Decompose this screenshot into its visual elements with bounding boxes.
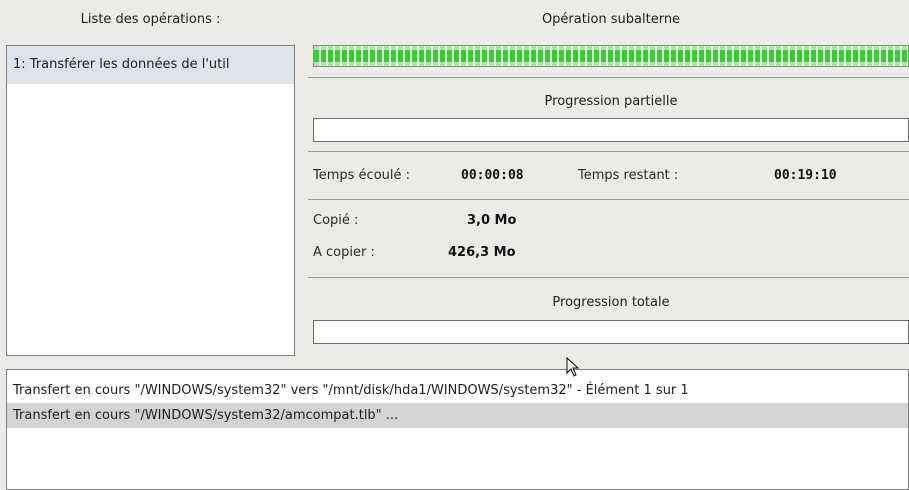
divider: [308, 77, 909, 78]
copied-label: Copié :: [313, 213, 359, 228]
partial-progress-bar: [313, 118, 909, 142]
operations-list[interactable]: 1: Transférer les données de l'util: [6, 45, 295, 356]
sub-operation-progress-fill: [314, 46, 908, 66]
operation-item[interactable]: 1: Transférer les données de l'util: [7, 46, 294, 84]
elapsed-time-value: 00:00:08: [461, 168, 524, 183]
remaining-time-label: Temps restant :: [578, 168, 679, 183]
log-line[interactable]: Transfert en cours "/WINDOWS/system32" v…: [7, 378, 908, 403]
to-copy-label: A copier :: [313, 245, 375, 260]
divider: [308, 277, 909, 278]
divider: [308, 199, 909, 200]
to-copy-value: 426,3 Mo: [448, 245, 516, 260]
log-list[interactable]: Transfert en cours "/WINDOWS/system32" v…: [6, 369, 909, 490]
mouse-pointer-icon: [566, 357, 580, 377]
log-line-selected[interactable]: Transfert en cours "/WINDOWS/system32/am…: [7, 403, 908, 428]
operations-list-header: Liste des opérations :: [80, 12, 221, 27]
sub-operation-header: Opération subalterne: [541, 12, 681, 27]
remaining-time-value: 00:19:10: [774, 168, 837, 183]
sub-operation-progress-bar: [313, 45, 909, 67]
elapsed-time-label: Temps écoulé :: [313, 168, 411, 183]
copied-value: 3,0 Mo: [467, 213, 517, 228]
total-progress-header: Progression totale: [552, 295, 670, 310]
divider: [308, 151, 909, 152]
total-progress-bar: [313, 320, 909, 344]
partial-progress-header: Progression partielle: [544, 94, 678, 109]
